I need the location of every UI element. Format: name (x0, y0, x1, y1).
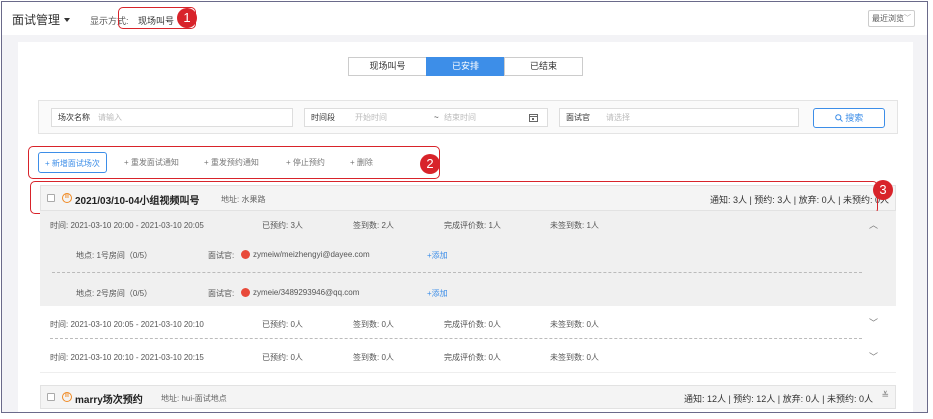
annotation-box-3 (30, 181, 878, 214)
slot-divider (50, 338, 862, 339)
room-place: 地点: 1号房间（0/5） (76, 251, 153, 260)
recent-browse-value: 最近浏览 (872, 14, 904, 23)
resend-interview-notice-button[interactable]: + 重发面试通知 (124, 152, 179, 173)
double-chevron-down-icon[interactable]: ≚ (881, 390, 889, 401)
slot-unsigned: 未签到数: 0人 (550, 320, 599, 329)
tab-arranged[interactable]: 已安排 (426, 57, 505, 76)
slot-booked: 已预约: 3人 (262, 221, 303, 230)
session-name-label: 场次名称 (58, 113, 90, 122)
delete-button[interactable]: + 删除 (350, 152, 373, 173)
add-interviewer-link[interactable]: +添加 (427, 250, 448, 261)
chevron-up-icon[interactable]: ︿ (869, 218, 878, 231)
status-tabs: 现场叫号 已安排 已结束 (348, 57, 583, 76)
calendar-icon[interactable] (529, 113, 538, 122)
slot-signed: 签到数: 0人 (353, 320, 394, 329)
tab-onsite-call[interactable]: 现场叫号 (348, 57, 427, 76)
slot-time: 时间: 2021-03-10 20:00 - 2021-03-10 20:05 (50, 221, 204, 230)
stop-booking-button[interactable]: + 停止预约 (286, 152, 325, 173)
add-interviewer-link[interactable]: +添加 (427, 288, 448, 299)
person-icon (241, 250, 250, 259)
resend-booking-notice-button[interactable]: + 重发预约通知 (204, 152, 259, 173)
slot-signed: 签到数: 0人 (353, 353, 394, 362)
slot-booked: 已预约: 0人 (262, 353, 303, 362)
session-stats: 通知: 12人 | 预约: 12人 | 放弃: 0人 | 未预约: 0人 (683, 394, 873, 404)
room-divider (52, 272, 862, 273)
slot-booked: 已预约: 0人 (262, 320, 303, 329)
session-checkbox[interactable] (47, 393, 55, 401)
room-interviewer: zymeie/3489293946@qq.com (253, 288, 360, 297)
room-place: 地点: 2号房间（0/5） (76, 289, 153, 298)
add-session-button[interactable]: + 新增面试场次 (38, 152, 107, 173)
search-button[interactable]: 搜索 (813, 108, 885, 128)
interviewer-label: 面试官 (566, 113, 590, 122)
slot-unsigned: 未签到数: 1人 (550, 221, 599, 230)
room-interviewer: zymeiw/meizhengyi@dayee.com (253, 250, 370, 259)
search-icon (834, 114, 843, 122)
search-button-label: 搜索 (845, 113, 864, 123)
tab-finished[interactable]: 已结束 (504, 57, 583, 76)
time-period-label: 时间段 (311, 113, 335, 122)
slot-evaluated: 完成评价数: 0人 (444, 353, 501, 362)
page-title: 面试管理 (12, 13, 61, 27)
slot-unsigned: 未签到数: 0人 (550, 353, 599, 362)
chevron-down-icon[interactable]: ﹀ (869, 350, 878, 363)
session-name: marry场次预约 (75, 395, 143, 406)
end-time-input[interactable]: 结束时间 (444, 109, 476, 126)
search-panel: 场次名称 请输入 时间段 开始时间 ~ 结束时间 面试官 请选择 搜索 (38, 100, 898, 134)
interviewer-select[interactable]: 请选择 (606, 109, 630, 126)
slot-time: 时间: 2021-03-10 20:10 - 2021-03-10 20:15 (50, 353, 204, 362)
page-title-dropdown[interactable]: 面试管理 (12, 11, 71, 28)
session-divider (40, 372, 896, 373)
recent-browse-select[interactable]: 最近浏览 ﹀ (868, 10, 915, 27)
session-name-input[interactable]: 请输入 (98, 109, 122, 126)
app-frame: 面试管理 显示方式: 现场叫号 1 最近浏览 ﹀ 现场叫号 已安排 已结束 场次… (1, 1, 928, 413)
main-panel: 现场叫号 已安排 已结束 场次名称 请输入 时间段 开始时间 ~ 结束时间 面试… (18, 42, 913, 412)
session-address: 地址: hui-面试地点 (161, 394, 227, 403)
caret-down-icon (64, 18, 71, 22)
time-period-field[interactable]: 时间段 开始时间 ~ 结束时间 (304, 108, 548, 127)
session-name-field[interactable]: 场次名称 请输入 (51, 108, 293, 127)
session-badge-icon: Ⅲ (62, 392, 72, 402)
chevron-down-icon[interactable]: ﹀ (869, 316, 878, 329)
interviewer-field[interactable]: 面试官 请选择 (559, 108, 799, 127)
annotation-badge-3: 3 (873, 180, 893, 200)
slot-evaluated: 完成评价数: 0人 (444, 320, 501, 329)
slot-signed: 签到数: 2人 (353, 221, 394, 230)
slot-time: 时间: 2021-03-10 20:05 - 2021-03-10 20:10 (50, 320, 204, 329)
page-header: 面试管理 显示方式: 现场叫号 1 最近浏览 ﹀ (2, 2, 927, 35)
slot-evaluated: 完成评价数: 1人 (444, 221, 501, 230)
person-icon (241, 288, 250, 297)
room-interviewer-label: 面试官: (208, 289, 235, 298)
session-header[interactable]: Ⅲ marry场次预约 地址: hui-面试地点 通知: 12人 | 预约: 1… (40, 385, 896, 409)
annotation-badge-1: 1 (177, 8, 197, 28)
chevron-down-icon: ﹀ (904, 15, 911, 22)
room-interviewer-label: 面试官: (208, 251, 235, 260)
start-time-input[interactable]: 开始时间 (355, 109, 387, 126)
range-separator: ~ (434, 113, 439, 122)
annotation-badge-2: 2 (420, 154, 440, 174)
